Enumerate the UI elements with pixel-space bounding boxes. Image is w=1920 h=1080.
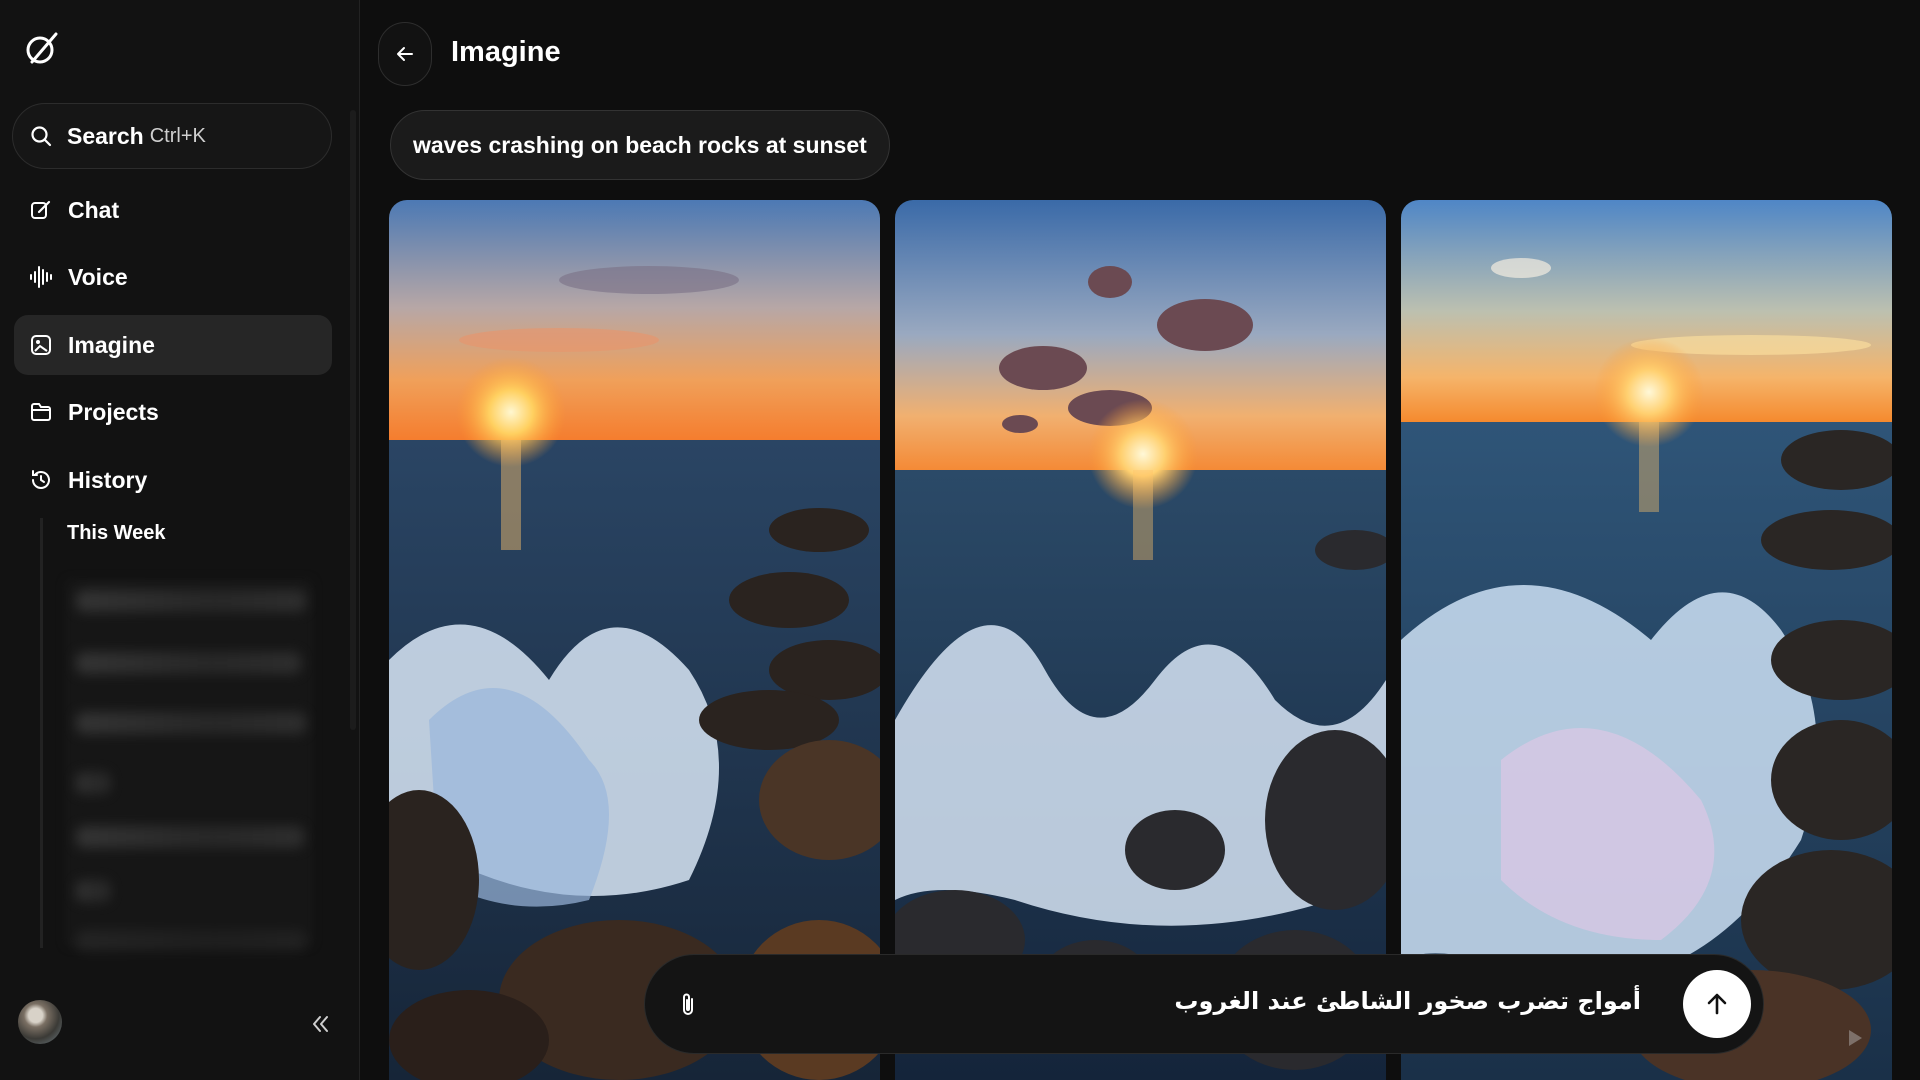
- arrow-up-icon: [1707, 993, 1727, 1015]
- image-sparkle-icon: [28, 332, 54, 358]
- search-icon: [31, 126, 52, 147]
- prompt-chip[interactable]: waves crashing on beach rocks at sunset: [390, 110, 890, 180]
- arrow-left-icon: [397, 47, 413, 61]
- back-button[interactable]: [378, 22, 432, 86]
- history-item-redacted[interactable]: [76, 826, 304, 848]
- sidebar-item-voice[interactable]: Voice: [14, 247, 332, 307]
- generated-image-1[interactable]: [389, 200, 880, 1080]
- history-item-redacted[interactable]: [76, 880, 110, 902]
- history-item-redacted[interactable]: [76, 652, 301, 674]
- history-item-redacted[interactable]: [76, 590, 306, 612]
- sidebar-item-label: Imagine: [68, 331, 155, 358]
- edit-icon: [28, 197, 54, 223]
- send-button[interactable]: [1683, 970, 1751, 1038]
- sidebar-scrollbar[interactable]: [350, 110, 356, 730]
- prompt-composer[interactable]: أمواج تضرب صخور الشاطئ عند الغروب: [644, 954, 1764, 1054]
- user-avatar[interactable]: [18, 1000, 62, 1044]
- search-button[interactable]: Search Ctrl+K: [12, 103, 332, 169]
- sidebar: Search Ctrl+K Chat Voice Imagine Project…: [0, 0, 360, 1080]
- folder-icon: [28, 399, 54, 425]
- sidebar-item-label: Chat: [68, 196, 120, 223]
- history-item-redacted[interactable]: [76, 772, 110, 794]
- sidebar-item-projects[interactable]: Projects: [14, 382, 332, 442]
- search-shortcut: Ctrl+K: [149, 124, 206, 147]
- history-item-redacted[interactable]: [76, 712, 306, 734]
- sidebar-item-label: History: [68, 466, 148, 493]
- generated-image-2[interactable]: [895, 200, 1386, 1080]
- composer-input[interactable]: أمواج تضرب صخور الشاطئ عند الغروب: [1174, 987, 1641, 1015]
- sidebar-item-chat[interactable]: Chat: [14, 180, 332, 240]
- play-icon[interactable]: [1846, 1028, 1864, 1048]
- sidebar-item-history[interactable]: History: [14, 450, 332, 510]
- history-tree-line: [40, 518, 43, 948]
- sidebar-item-label: Projects: [68, 398, 159, 425]
- paperclip-icon[interactable]: [675, 991, 701, 1019]
- double-chevron-left-icon[interactable]: [308, 1012, 332, 1036]
- search-label: Search: [67, 122, 144, 149]
- history-icon: [28, 467, 54, 493]
- history-item-redacted[interactable]: [76, 930, 306, 952]
- sidebar-item-imagine[interactable]: Imagine: [14, 315, 332, 375]
- prompt-text: waves crashing on beach rocks at sunset: [413, 131, 867, 158]
- sidebar-item-label: Voice: [68, 263, 128, 290]
- history-group-label: This Week: [67, 522, 166, 544]
- generated-image-3[interactable]: [1401, 200, 1892, 1080]
- page-title: Imagine: [451, 36, 561, 68]
- grok-logo-icon[interactable]: [22, 28, 62, 68]
- voice-waveform-icon: [28, 264, 54, 290]
